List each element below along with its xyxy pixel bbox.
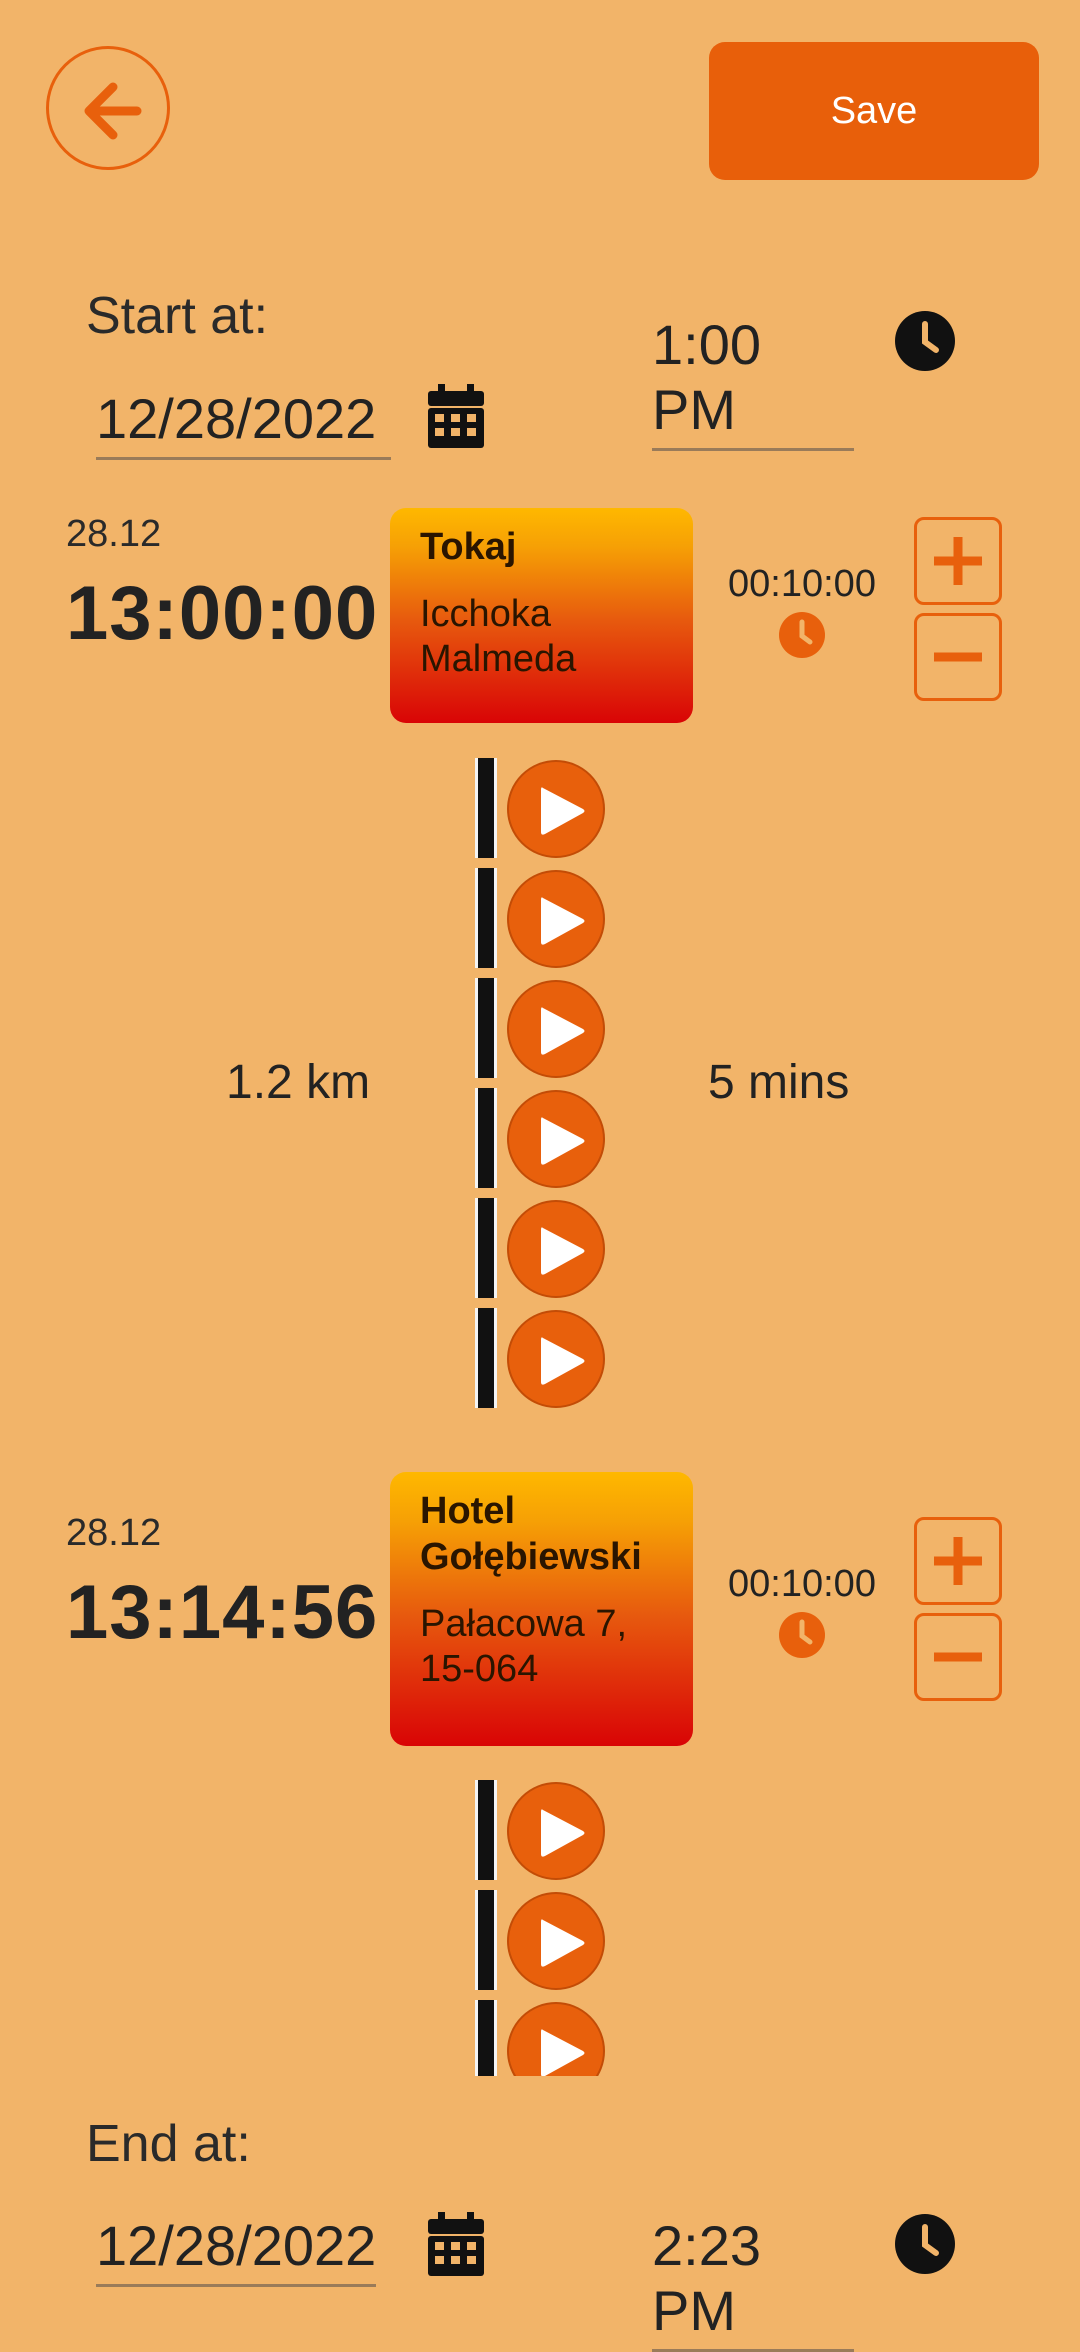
play-button[interactable] — [507, 1782, 605, 1880]
play-icon — [541, 1007, 585, 1055]
stop-card[interactable]: Tokaj Icchoka Malmeda — [390, 508, 693, 723]
play-button[interactable] — [507, 1310, 605, 1408]
stop-card[interactable]: Hotel Gołębiewski Pałacowa 7, 15-064 — [390, 1472, 693, 1746]
stop-duration: 00:10:00 — [728, 1563, 876, 1605]
play-button[interactable] — [507, 760, 605, 858]
plus-icon — [934, 1537, 982, 1585]
stop-date: 28.12 — [66, 513, 162, 555]
play-button[interactable] — [507, 1200, 605, 1298]
route-segment-bar — [475, 1088, 497, 1188]
play-icon — [541, 1227, 585, 1275]
decrease-duration-button[interactable] — [914, 1613, 1002, 1701]
route-segment-bar — [475, 1890, 497, 1990]
play-icon — [541, 787, 585, 835]
clock-icon[interactable] — [778, 1611, 826, 1664]
stop-duration: 00:10:00 — [728, 563, 876, 605]
play-icon — [541, 897, 585, 945]
route-segment-bar — [475, 1308, 497, 1408]
increase-duration-button[interactable] — [914, 517, 1002, 605]
route-segment-bar — [475, 868, 497, 968]
stop-arrival-time: 13:00:00 — [66, 571, 379, 656]
play-button[interactable] — [507, 1090, 605, 1188]
calendar-icon[interactable] — [428, 384, 484, 453]
clock-icon[interactable] — [894, 2213, 956, 2275]
calendar-icon[interactable] — [428, 2212, 484, 2281]
end-time-field[interactable]: 2:23 PM — [652, 2213, 854, 2352]
play-icon — [541, 1117, 585, 1165]
back-button[interactable] — [46, 46, 170, 170]
end-date-field[interactable]: 12/28/2022 — [96, 2213, 377, 2287]
stop-name: Hotel Gołębiewski — [420, 1490, 642, 1578]
stop-arrival-time: 13:14:56 — [66, 1570, 379, 1655]
play-icon — [541, 2029, 585, 2076]
route-segment-bar — [475, 1780, 497, 1880]
play-button[interactable] — [507, 2002, 605, 2076]
start-date-field[interactable]: 12/28/2022 — [96, 386, 391, 460]
decrease-duration-button[interactable] — [914, 613, 1002, 701]
play-icon — [541, 1809, 585, 1857]
segment-distance: 1.2 km — [226, 1056, 371, 1109]
play-button[interactable] — [507, 980, 605, 1078]
route-segment-list — [470, 1770, 630, 2076]
minus-icon — [934, 652, 982, 662]
segment-travel-time: 5 mins — [708, 1056, 850, 1109]
start-time-field[interactable]: 1:00 PM — [652, 312, 854, 451]
route-segment-bar — [475, 1198, 497, 1298]
play-button[interactable] — [507, 1892, 605, 1990]
increase-duration-button[interactable] — [914, 1517, 1002, 1605]
minus-icon — [934, 1652, 982, 1662]
clock-icon[interactable] — [894, 310, 956, 372]
route-segment-bar — [475, 978, 497, 1078]
play-icon — [541, 1337, 585, 1385]
play-button[interactable] — [507, 870, 605, 968]
save-button[interactable]: Save — [709, 42, 1039, 180]
arrow-left-icon — [84, 82, 142, 140]
clock-icon[interactable] — [778, 611, 826, 664]
plus-icon — [934, 537, 982, 585]
stop-address: Pałacowa 7, 15-064 — [420, 1603, 628, 1690]
play-icon — [541, 1919, 585, 1967]
stop-address: Icchoka Malmeda — [420, 593, 577, 680]
stop-date: 28.12 — [66, 1512, 162, 1554]
route-segment-bar — [475, 2000, 497, 2076]
stop-name: Tokaj — [420, 526, 517, 568]
route-segment-bar — [475, 758, 497, 858]
end-label: End at: — [86, 2115, 251, 2173]
start-label: Start at: — [86, 287, 269, 345]
